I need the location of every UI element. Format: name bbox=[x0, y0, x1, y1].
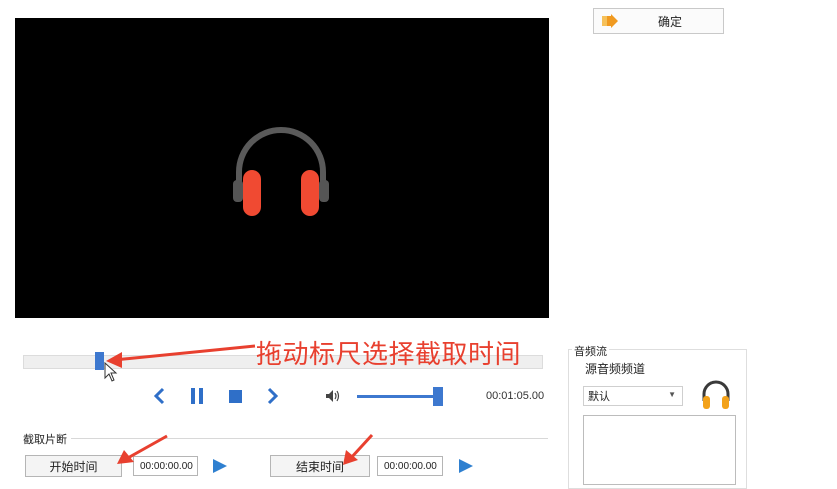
volume-slider[interactable] bbox=[357, 395, 437, 398]
stop-icon bbox=[228, 389, 242, 403]
annotation-text: 拖动标尺选择截取时间 bbox=[256, 340, 522, 370]
annotation-arrow bbox=[106, 344, 256, 368]
ok-button[interactable]: 确定 bbox=[593, 8, 724, 34]
video-preview[interactable] bbox=[15, 18, 549, 318]
ok-button-label: 确定 bbox=[658, 14, 683, 29]
time-readout: 00:01:05.00 bbox=[486, 390, 545, 402]
chevron-left-icon bbox=[153, 387, 165, 405]
speaker-icon bbox=[326, 390, 340, 402]
chevron-down-icon: ▼ bbox=[668, 390, 676, 399]
fragment-section-title: 截取片断 bbox=[23, 431, 71, 447]
audio-stream-list[interactable] bbox=[583, 415, 736, 485]
audio-stream-title: 音频流 bbox=[572, 343, 609, 359]
volume-thumb[interactable] bbox=[433, 387, 443, 406]
start-time-button[interactable]: 开始时间 bbox=[25, 455, 122, 477]
annotation-arrow-start bbox=[117, 434, 168, 464]
next-button[interactable] bbox=[264, 385, 282, 407]
pause-icon bbox=[191, 388, 203, 404]
stop-button[interactable] bbox=[226, 385, 244, 407]
volume-button[interactable] bbox=[324, 385, 342, 407]
audio-channel-value: 默认 bbox=[588, 391, 610, 403]
headphones-icon-small bbox=[702, 380, 730, 409]
end-time-field[interactable]: 00:00:00.00 bbox=[377, 456, 443, 476]
prev-button[interactable] bbox=[150, 385, 168, 407]
arrow-right-icon bbox=[602, 14, 618, 28]
headphones-icon bbox=[233, 127, 329, 216]
audio-source-channel-label: 源音频频道 bbox=[585, 362, 646, 376]
pause-button[interactable] bbox=[188, 385, 206, 407]
play-start-icon[interactable] bbox=[212, 458, 228, 474]
chevron-right-icon bbox=[267, 387, 279, 405]
annotation-arrow-end bbox=[343, 433, 374, 465]
audio-channel-select[interactable]: 默认 ▼ bbox=[583, 386, 683, 406]
play-end-icon[interactable] bbox=[458, 458, 474, 474]
